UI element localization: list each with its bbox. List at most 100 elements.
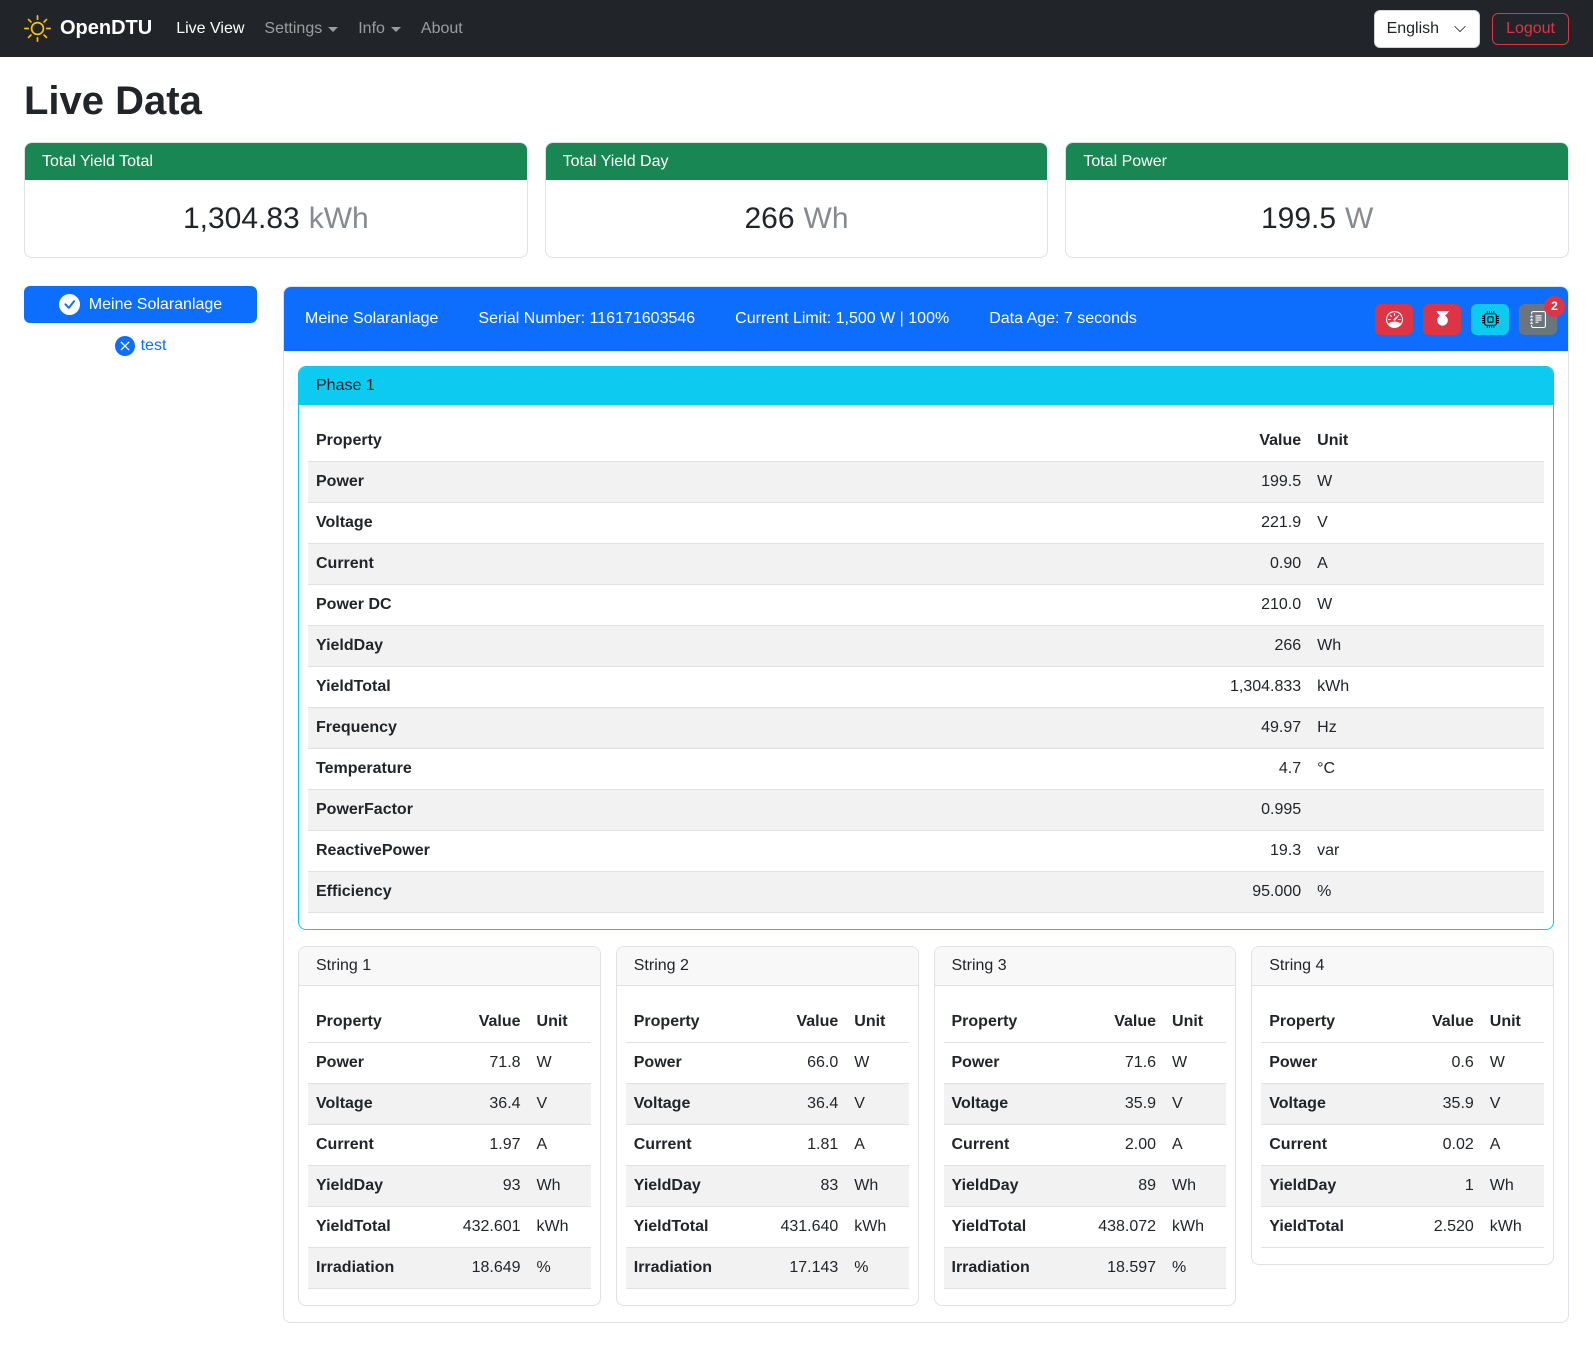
string-title: String 2 [617, 947, 918, 986]
value-cell: 66.0 [753, 1043, 846, 1084]
unit-cell: V [529, 1084, 591, 1125]
property-cell: YieldTotal [308, 667, 1000, 708]
unit-cell: Wh [1164, 1166, 1226, 1207]
unit-cell: Wh [846, 1166, 908, 1207]
summary-card-0: Total Yield Total1,304.83kWh [24, 142, 528, 258]
unit-cell: V [1482, 1084, 1544, 1125]
col-unit: Unit [1482, 1002, 1544, 1043]
string-table: PropertyValueUnitPower0.6WVoltage35.9VCu… [1261, 1002, 1544, 1248]
table-row: ReactivePower19.3var [308, 831, 1544, 872]
value-cell: 1.81 [753, 1125, 846, 1166]
value-cell: 89 [1071, 1166, 1164, 1207]
summary-card-1: Total Yield Day266Wh [545, 142, 1049, 258]
value-cell: 71.6 [1071, 1043, 1164, 1084]
value-cell: 1,304.833 [1000, 667, 1309, 708]
nav-item-settings[interactable]: Settings [254, 12, 348, 46]
inverter-name: Meine Solaranlage [305, 310, 438, 328]
unit-cell: V [846, 1084, 908, 1125]
unit-cell: var [1309, 831, 1544, 872]
table-row: YieldDay266Wh [308, 626, 1544, 667]
table-header-row: PropertyValueUnit [1261, 1002, 1544, 1043]
unit-cell: W [846, 1043, 908, 1084]
value-cell: 210.0 [1000, 585, 1309, 626]
summary-value: 1,304.83 [183, 202, 300, 235]
col-unit: Unit [1164, 1002, 1226, 1043]
language-select[interactable]: English [1374, 10, 1480, 48]
property-cell: YieldDay [944, 1166, 1071, 1207]
limit-settings-button[interactable] [1375, 304, 1413, 335]
property-cell: Voltage [308, 1084, 435, 1125]
table-row: Irradiation18.649% [308, 1248, 591, 1289]
unit-cell: °C [1309, 749, 1544, 790]
table-row: Power71.6W [944, 1043, 1227, 1084]
inverter-serial: Serial Number: 116171603546 [478, 310, 695, 328]
col-property: Property [944, 1002, 1071, 1043]
col-unit: Unit [846, 1002, 908, 1043]
brand[interactable]: OpenDTU [24, 15, 152, 42]
property-cell: YieldTotal [626, 1207, 753, 1248]
value-cell: 431.640 [753, 1207, 846, 1248]
table-row: Current0.02A [1261, 1125, 1544, 1166]
value-cell: 1.97 [435, 1125, 528, 1166]
table-row: YieldTotal1,304.833kWh [308, 667, 1544, 708]
inverter-data-age: Data Age: 7 seconds [989, 310, 1137, 328]
summary-unit: Wh [804, 202, 849, 235]
unit-cell: A [529, 1125, 591, 1166]
table-row: Voltage35.9V [1261, 1084, 1544, 1125]
unit-cell: % [529, 1248, 591, 1289]
device-info-button[interactable] [1471, 304, 1509, 335]
property-cell: Current [944, 1125, 1071, 1166]
table-row: YieldTotal431.640kWh [626, 1207, 909, 1248]
nav-item-info[interactable]: Info [348, 12, 411, 46]
summary-card-value-row: 266 Wh [546, 180, 1048, 257]
cpu-icon [1482, 311, 1499, 328]
summary-value: 266 [744, 202, 794, 235]
property-cell: Frequency [308, 708, 1000, 749]
table-row: YieldDay93Wh [308, 1166, 591, 1207]
inverter-select-button[interactable]: Meine Solaranlage [24, 286, 257, 323]
table-header-row: PropertyValueUnit [944, 1002, 1227, 1043]
property-cell: Voltage [626, 1084, 753, 1125]
property-cell: Irradiation [626, 1248, 753, 1289]
inverter-select-label: Meine Solaranlage [89, 296, 222, 314]
nav-item-about[interactable]: About [411, 12, 473, 46]
unit-cell: W [1309, 585, 1544, 626]
sidebar-item-test[interactable]: test [24, 336, 257, 356]
table-row: YieldDay1Wh [1261, 1166, 1544, 1207]
summary-card-2: Total Power199.5W [1065, 142, 1569, 258]
property-cell: YieldTotal [308, 1207, 435, 1248]
value-cell: 83 [753, 1166, 846, 1207]
check-circle-icon [59, 294, 80, 315]
phase-card: Phase 1 Property Value Unit Power199.5WV… [298, 366, 1554, 930]
nav-item-live-view[interactable]: Live View [166, 12, 254, 46]
col-unit: Unit [1309, 421, 1544, 462]
nav-item-label: Settings [264, 20, 322, 38]
string-card-2: String 2PropertyValueUnitPower66.0WVolta… [616, 946, 919, 1306]
table-row: Temperature4.7°C [308, 749, 1544, 790]
page-title: Live Data [24, 77, 1569, 125]
property-cell: PowerFactor [308, 790, 1000, 831]
table-row: Current0.90A [308, 544, 1544, 585]
unit-cell: kWh [1164, 1207, 1226, 1248]
summary-card-value-row: 199.5W [1066, 180, 1568, 257]
table-row: Voltage35.9V [944, 1084, 1227, 1125]
unit-cell: Wh [1309, 626, 1544, 667]
logout-button[interactable]: Logout [1492, 13, 1569, 45]
power-settings-button[interactable] [1423, 304, 1461, 335]
property-cell: Power [308, 1043, 435, 1084]
string-title: String 3 [935, 947, 1236, 986]
property-cell: Power [944, 1043, 1071, 1084]
value-cell: 35.9 [1388, 1084, 1481, 1125]
string-title: String 1 [299, 947, 600, 986]
summary-card-value-row: 1,304.83kWh [25, 180, 527, 257]
unit-cell: % [1164, 1248, 1226, 1289]
language-select-value: English [1387, 20, 1439, 38]
col-property: Property [1261, 1002, 1388, 1043]
value-cell: 2.00 [1071, 1125, 1164, 1166]
property-cell: YieldTotal [944, 1207, 1071, 1248]
inverter-list-sidebar: Meine Solaranlage test [24, 286, 257, 356]
inverter-actions: 2 [1375, 304, 1557, 335]
table-row: YieldTotal2.520kWh [1261, 1207, 1544, 1248]
unit-cell: % [1309, 872, 1544, 913]
table-row: Irradiation18.597% [944, 1248, 1227, 1289]
